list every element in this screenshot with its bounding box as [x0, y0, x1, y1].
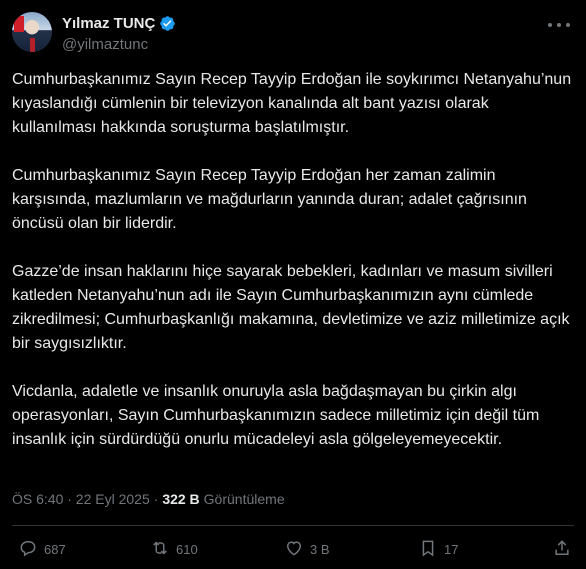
tie-graphic: [30, 38, 35, 52]
views-label: Görüntüleme: [203, 491, 285, 507]
share-button[interactable]: [552, 538, 572, 561]
author-block: Yılmaz TUNÇ @yilmaztunc: [62, 13, 176, 53]
author-display-name[interactable]: Yılmaz TUNÇ: [62, 15, 155, 32]
verified-badge-icon[interactable]: [159, 15, 176, 32]
author-handle[interactable]: @yilmaztunc: [62, 36, 176, 53]
more-dot: [566, 23, 570, 27]
repost-icon: [150, 538, 170, 561]
avatar[interactable]: [12, 12, 52, 52]
tweet-paragraph-1: Cumhurbaşkanımız Sayın Recep Tayyip Erdo…: [12, 71, 572, 136]
flag-graphic: [14, 16, 24, 32]
tweet-paragraph-4: Vicdanla, adaletle ve insanlık onuruyla …: [12, 383, 540, 448]
bookmark-icon: [418, 538, 438, 561]
more-dot: [557, 23, 561, 27]
tweet-paragraph-3: Gazze’de insan haklarını hiçe sayarak be…: [12, 263, 570, 352]
share-icon: [552, 538, 572, 561]
like-icon: [284, 538, 304, 561]
bookmark-count: 17: [444, 542, 459, 557]
reply-count: 687: [44, 542, 66, 557]
name-row: Yılmaz TUNÇ: [62, 13, 176, 33]
bookmark-button[interactable]: 17: [418, 538, 458, 561]
more-dot: [548, 23, 552, 27]
tweet-text: Cumhurbaşkanımız Sayın Recep Tayyip Erdo…: [12, 68, 574, 476]
like-button[interactable]: 3 B: [284, 538, 330, 561]
repost-count: 610: [176, 542, 198, 557]
reply-button[interactable]: 687: [18, 538, 66, 561]
tweet-header: Yılmaz TUNÇ @yilmaztunc: [12, 12, 574, 56]
reply-icon: [18, 538, 38, 561]
action-bar: 687 610 3 B 17: [12, 538, 574, 562]
tweet-detail: Yılmaz TUNÇ @yilmaztunc Cumhurbaşkanımız…: [0, 0, 586, 569]
like-count: 3 B: [310, 542, 330, 557]
tweet-paragraph-2: Cumhurbaşkanımız Sayın Recep Tayyip Erdo…: [12, 167, 527, 232]
divider: [12, 525, 574, 526]
views-count: 322 B: [162, 491, 200, 507]
repost-button[interactable]: 610: [150, 538, 198, 561]
tweet-meta: ÖS 6:40 · 22 Eyl 2025 · 322 B Görüntülem…: [12, 491, 285, 507]
more-icon[interactable]: [548, 18, 570, 32]
tweet-timestamp[interactable]: ÖS 6:40 · 22 Eyl 2025 ·: [12, 491, 158, 507]
